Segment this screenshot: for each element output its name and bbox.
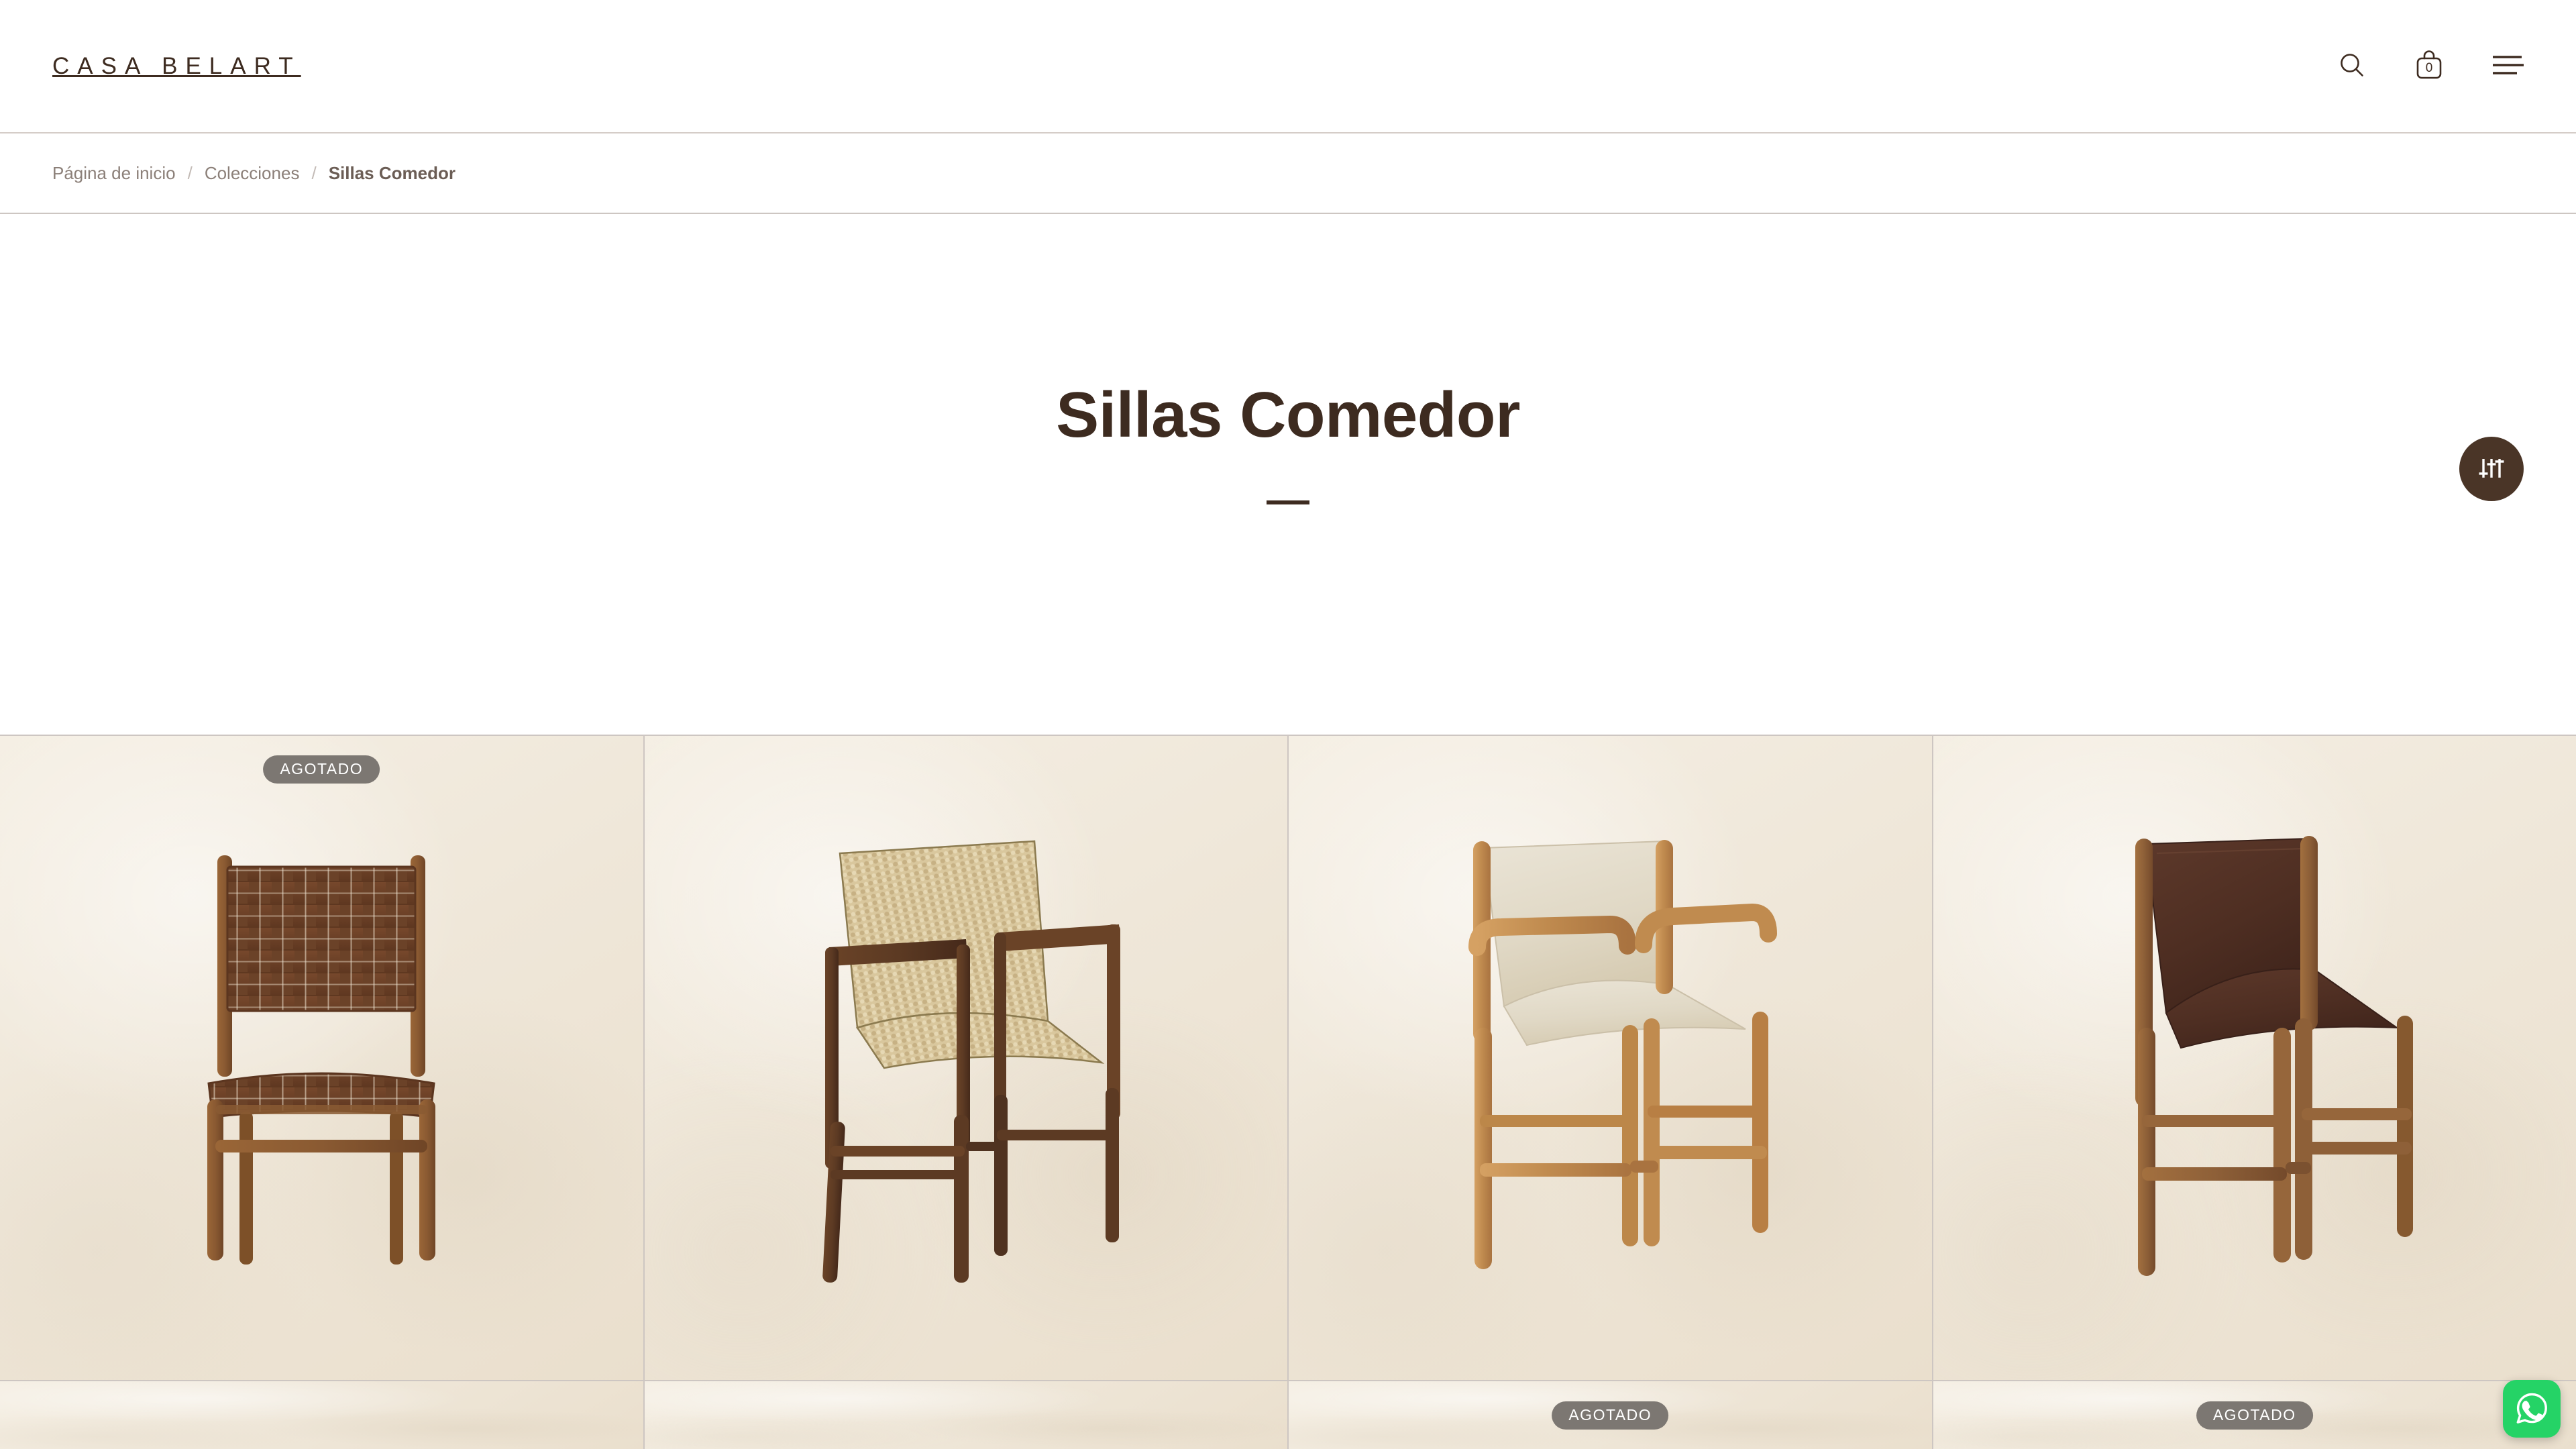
whatsapp-icon	[2512, 1388, 2552, 1430]
product-card-8[interactable]: AGOTADO	[1933, 1381, 2576, 1449]
search-icon	[2337, 50, 2367, 82]
breadcrumb: Página de inicio / Colecciones / Sillas …	[52, 163, 455, 184]
breadcrumb-link-collections[interactable]: Colecciones	[205, 163, 300, 184]
hamburger-menu-icon	[2491, 54, 2524, 78]
collection-hero: Sillas Comedor	[0, 214, 2576, 735]
menu-button[interactable]	[2491, 54, 2524, 78]
status-badge-sold-out-8: AGOTADO	[2196, 1401, 2313, 1430]
breadcrumb-bar: Página de inicio / Colecciones / Sillas …	[0, 133, 2576, 214]
product-image-1	[0, 736, 643, 1380]
product-image-4	[1933, 736, 2576, 1380]
product-card-7[interactable]: AGOTADO	[1289, 1381, 1932, 1449]
product-image-3	[1289, 736, 1932, 1380]
breadcrumb-current: Sillas Comedor	[328, 162, 455, 183]
product-grid: AGOTADO AGOTADO AGOTADO	[0, 735, 2576, 1449]
product-card-2[interactable]	[644, 736, 1288, 1380]
product-image-2	[645, 736, 1288, 1380]
product-card-3[interactable]	[1289, 736, 1932, 1380]
title-underline-rule	[1267, 500, 1309, 504]
breadcrumb-separator: /	[311, 162, 317, 183]
status-badge-sold-out-1: AGOTADO	[263, 755, 380, 784]
product-card-1[interactable]: AGOTADO	[0, 736, 643, 1380]
product-image-background-5	[0, 1381, 643, 1449]
breadcrumb-link-home[interactable]: Página de inicio	[52, 163, 176, 184]
filter-sliders-icon	[2477, 454, 2506, 484]
site-logo[interactable]: CASA BELART	[52, 53, 301, 80]
cart-button[interactable]: 0	[2414, 49, 2445, 83]
breadcrumb-separator: /	[187, 162, 193, 183]
shopping-bag-icon	[2414, 49, 2445, 83]
product-card-6[interactable]	[644, 1381, 1287, 1449]
header-actions: 0	[2337, 49, 2524, 83]
search-button[interactable]	[2337, 50, 2367, 82]
status-badge-sold-out-7: AGOTADO	[1552, 1401, 1669, 1430]
product-card-5[interactable]	[0, 1381, 643, 1449]
product-card-4[interactable]	[1933, 736, 2576, 1380]
site-header: CASA BELART 0	[0, 0, 2576, 133]
filter-button[interactable]	[2459, 437, 2524, 501]
whatsapp-chat-button[interactable]	[2503, 1380, 2561, 1438]
product-image-background-6	[644, 1381, 1287, 1449]
page-title: Sillas Comedor	[1056, 379, 1520, 451]
